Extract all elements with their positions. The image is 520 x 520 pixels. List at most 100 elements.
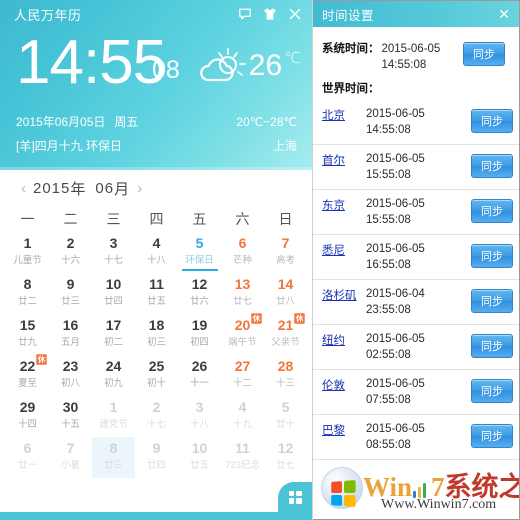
day-number: 1 (109, 399, 118, 415)
day-number: 19 (191, 317, 208, 333)
time-settings-titlebar: 时间设置 ✕ (313, 1, 519, 27)
calendar-day-cell[interactable]: 3 十七 (92, 232, 135, 273)
feedback-icon[interactable] (238, 7, 252, 21)
calendar-day-cell[interactable]: 13 廿七 (221, 273, 264, 314)
city-name-link[interactable]: 悉尼 (322, 241, 366, 258)
calendar-day-cell[interactable]: 28 十三 (264, 355, 307, 396)
sync-button-city[interactable]: 同步 (471, 154, 513, 178)
calendar-day-cell[interactable]: 9 廿三 (49, 273, 92, 314)
day-number: 11 (149, 276, 164, 292)
prev-month-icon[interactable]: ‹ (14, 180, 33, 197)
calendar-day-cell[interactable]: 11 723纪念 (221, 437, 264, 478)
calendar-day-cell[interactable]: 22 休夏至 (6, 354, 49, 396)
sync-button-city[interactable]: 同步 (471, 244, 513, 268)
day-lunar-label: 端午节 (228, 337, 257, 348)
calendar-week-row: 8 廿二 9 廿三 10 廿四 11 廿五 12 廿六 13 廿七 14 廿八 (6, 273, 307, 314)
calendar-week-row: 22 休夏至 23 初八 24 初九 25 初十 26 十一 27 十二 28 十三 (6, 354, 307, 396)
city-name-link[interactable]: 东京 (322, 196, 366, 213)
calendar-day-cell[interactable]: 20 休端午节 (221, 313, 264, 355)
calendar-day-cell[interactable]: 27 十二 (221, 355, 264, 396)
calendar-day-cell[interactable]: 7 高考 (264, 232, 307, 273)
calendar-day-cell[interactable]: 3 十八 (178, 396, 221, 437)
world-city-list: 北京 2015-06-05 14:55:08 同步 首尔 2015-06-05 15:55:… (313, 100, 519, 460)
app-root: 人民万年历 14:55 08 26 ℃ 2015年06月05日 周五 20℃~2… (0, 0, 520, 520)
calendar-day-cell[interactable]: 10 廿四 (92, 273, 135, 314)
world-city-row: 北京 2015-06-05 14:55:08 同步 (313, 100, 519, 145)
lunar-row: [羊]四月十九 环保日 上海 (0, 137, 312, 154)
calendar-day-cell[interactable]: 30 十五 (49, 396, 92, 437)
day-lunar-label: 廿六 (190, 296, 209, 307)
calendar-day-cell[interactable]: 4 十八 (135, 232, 178, 273)
day-number: 28 (277, 358, 294, 374)
weekday-header: 二 (63, 211, 78, 227)
next-month-icon[interactable]: › (130, 180, 149, 197)
calendar-day-cell[interactable]: 10 廿五 (178, 437, 221, 478)
calendar-day-cell[interactable]: 8 廿三 (92, 437, 135, 478)
calendar-day-cell[interactable]: 11 廿五 (135, 273, 178, 314)
sync-button-system[interactable]: 同步 (463, 42, 505, 66)
calendar-day-cell[interactable]: 24 初九 (92, 355, 135, 396)
close-icon[interactable] (288, 7, 302, 21)
calendar-day-cell[interactable]: 5 廿十 (264, 396, 307, 437)
day-number: 10 (105, 276, 122, 292)
clock-seconds: 08 (152, 56, 180, 84)
day-lunar-label: 建党节 (99, 419, 128, 430)
system-time: 14:55:08 (381, 59, 427, 71)
city-name-link[interactable]: 北京 (322, 106, 366, 123)
calendar-day-cell[interactable]: 19 初四 (178, 314, 221, 355)
day-lunar-label: 芒种 (233, 255, 252, 266)
site-watermark: Win 7系统之家 Www.Winwin7.com (321, 461, 519, 517)
rest-day-badge: 休 (36, 354, 48, 365)
calendar-day-cell[interactable]: 29 十四 (6, 396, 49, 437)
city-date: 2015-06-05 (366, 153, 425, 165)
watermark-brand: Win 7系统之家 (363, 465, 519, 504)
city-time: 07:55:08 (366, 394, 411, 406)
calendar-day-cell[interactable]: 1 儿童节 (6, 232, 49, 273)
city-name-link[interactable]: 首尔 (322, 151, 366, 168)
watermark-win: Win (363, 472, 413, 502)
calendar-day-cell[interactable]: 2 十七 (135, 396, 178, 437)
city-name-link[interactable]: 巴黎 (322, 421, 366, 438)
apps-grid-icon[interactable] (278, 482, 312, 512)
calendar-day-cell[interactable]: 14 廿八 (264, 273, 307, 314)
city-name-link[interactable]: 纽约 (322, 331, 366, 348)
city-time: 02:55:08 (366, 349, 411, 361)
calendar-day-cell[interactable]: 9 廿四 (135, 437, 178, 478)
calendar-day-cell[interactable]: 7 小暑 (49, 437, 92, 478)
calendar-day-cell[interactable]: 4 十九 (221, 396, 264, 437)
sync-button-city[interactable]: 同步 (471, 199, 513, 223)
day-lunar-label: 廿十 (276, 419, 295, 430)
sync-button-city[interactable]: 同步 (471, 424, 513, 448)
calendar-day-cell[interactable]: 12 廿七 (264, 437, 307, 478)
day-number: 23 (62, 358, 79, 374)
city-time-values: 2015-06-04 23:55:08 (366, 286, 471, 318)
calendar-day-cell[interactable]: 26 十一 (178, 355, 221, 396)
sync-button-city[interactable]: 同步 (471, 334, 513, 358)
city-name-link[interactable]: 伦敦 (322, 376, 366, 393)
calendar-day-cell[interactable]: 6 芒种 (221, 232, 264, 273)
sync-button-city[interactable]: 同步 (471, 109, 513, 133)
day-number: 6 (238, 235, 247, 251)
calendar-day-cell[interactable]: 1 建党节 (92, 396, 135, 437)
skin-icon[interactable] (263, 7, 277, 21)
calendar-day-cell[interactable]: 23 初八 (49, 355, 92, 396)
calendar-day-cell[interactable]: 5 环保日 (178, 232, 221, 273)
day-number: 12 (191, 276, 208, 292)
calendar-day-cell[interactable]: 8 廿二 (6, 273, 49, 314)
calendar-day-cell[interactable]: 21 休父亲节 (264, 313, 307, 355)
calendar-day-cell[interactable]: 16 五月 (49, 314, 92, 355)
sync-button-city[interactable]: 同步 (471, 289, 513, 313)
calendar-day-cell[interactable]: 15 廿九 (6, 314, 49, 355)
calendar-day-cell[interactable]: 2 十六 (49, 232, 92, 273)
dialog-close-icon[interactable]: ✕ (498, 7, 510, 21)
world-city-row: 巴黎 2015-06-05 08:55:08 同步 (313, 415, 519, 460)
calendar-day-cell[interactable]: 18 初三 (135, 314, 178, 355)
calendar-day-cell[interactable]: 6 廿一 (6, 437, 49, 478)
sync-button-city[interactable]: 同步 (471, 379, 513, 403)
calendar-day-cell[interactable]: 17 初二 (92, 314, 135, 355)
day-lunar-label: 十七 (104, 255, 123, 266)
system-date: 2015-06-05 (381, 43, 441, 55)
calendar-day-cell[interactable]: 12 廿六 (178, 273, 221, 314)
city-name-link[interactable]: 洛杉矶 (322, 286, 366, 303)
calendar-day-cell[interactable]: 25 初十 (135, 355, 178, 396)
